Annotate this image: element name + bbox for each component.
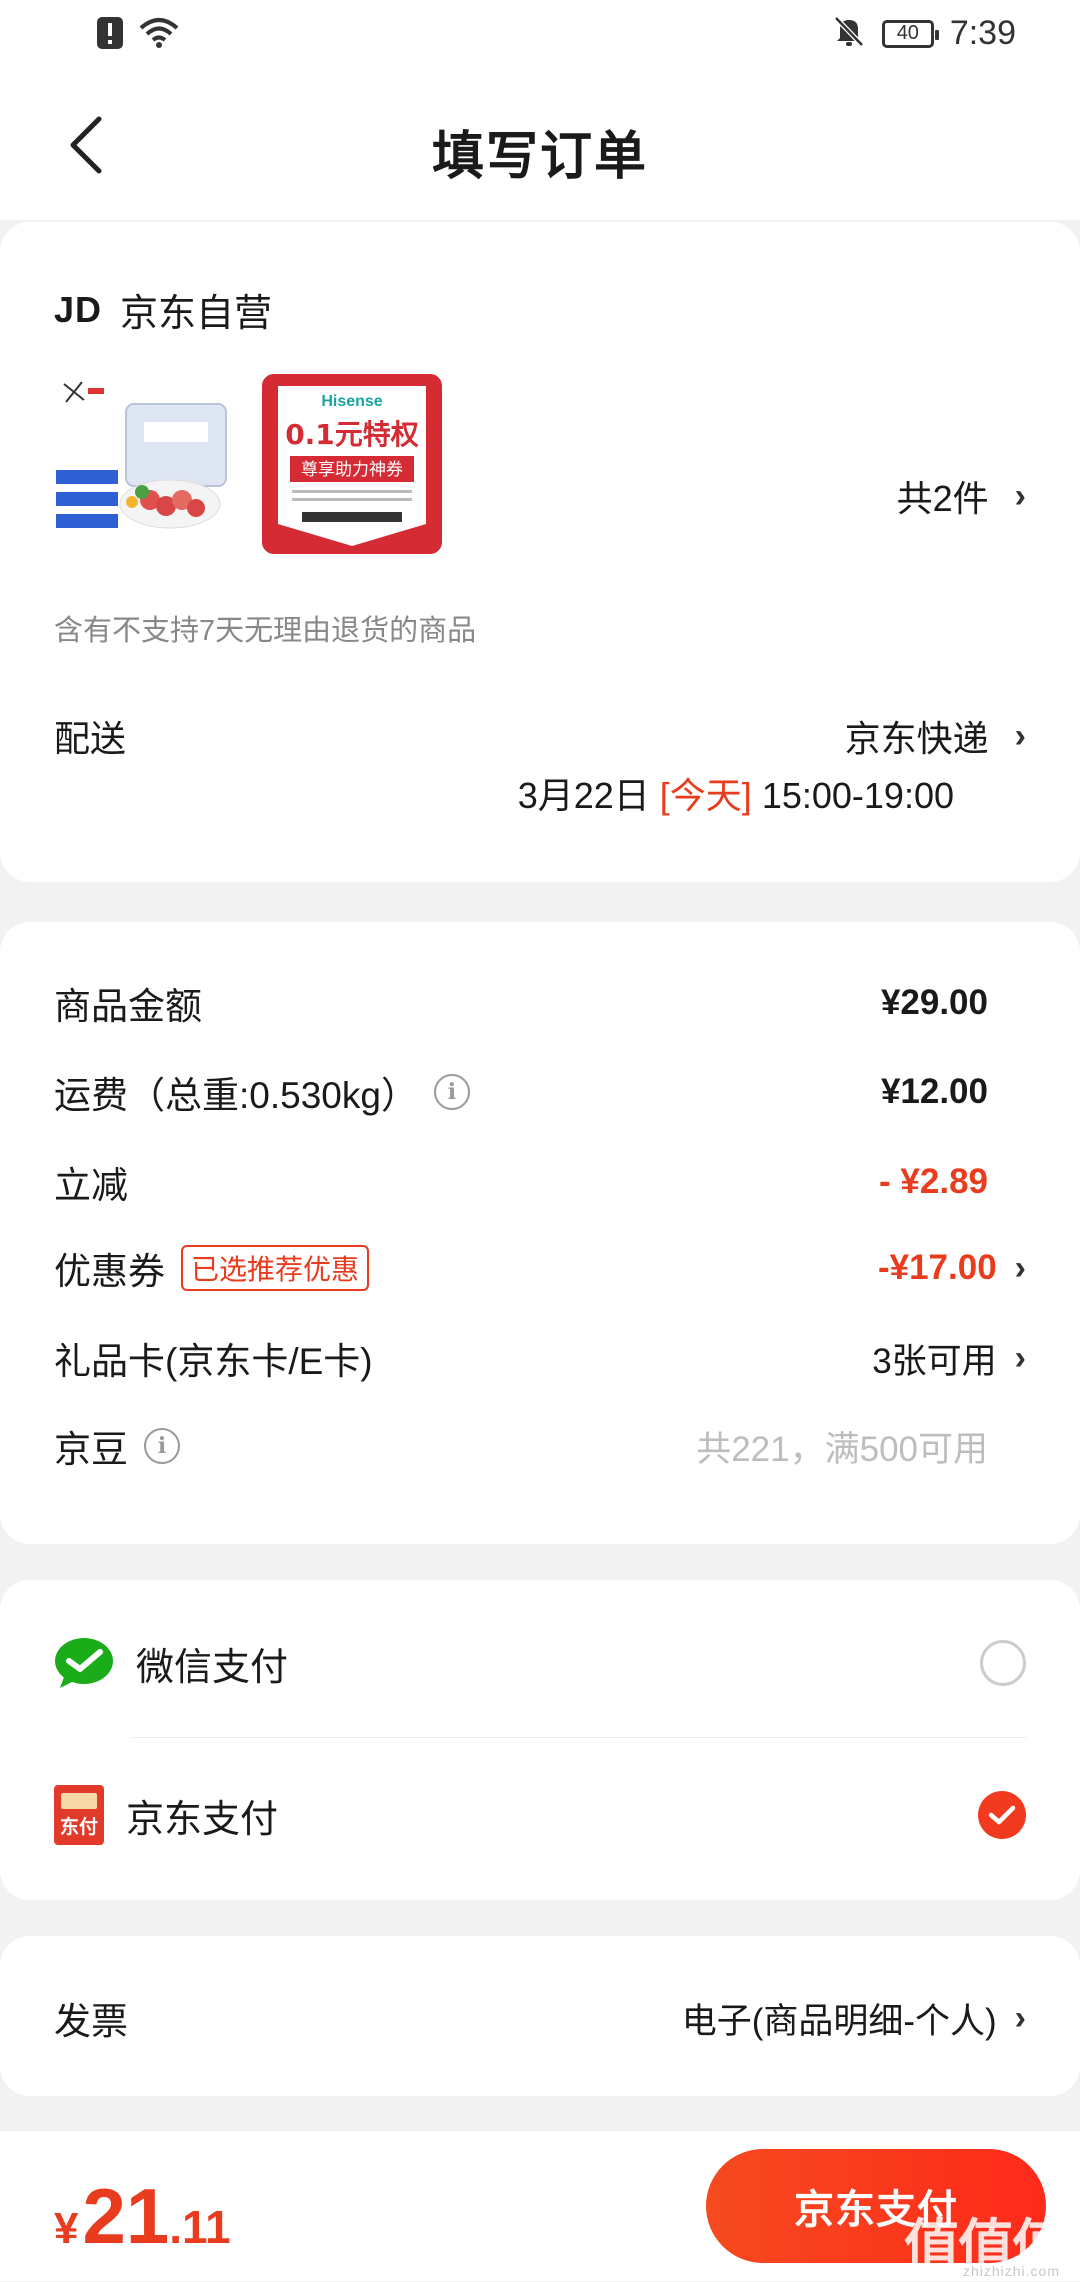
coupon-headline: 0.1元特权 <box>285 418 419 451</box>
app-header: 填写订单 <box>0 72 1080 220</box>
discount-row: 立减 - ¥2.89 <box>54 1154 1026 1210</box>
jd-pay-option[interactable]: 东付 京东支付 <box>54 1775 1026 1855</box>
coupon-label: 优惠券 <box>54 1251 165 1292</box>
shipping-date: 3月22日 <box>517 775 650 816</box>
giftcard-value: 3张可用 <box>872 1341 997 1381</box>
jingdou-value-wrap: 共221，满500可用 <box>696 1421 1026 1472</box>
shipping-label: 配送 <box>54 718 127 759</box>
status-right: 40 7:39 <box>832 14 1016 53</box>
jingdou-label: 京豆 <box>54 1429 128 1470</box>
coupon-value: -¥17.00 <box>877 1248 997 1287</box>
discount-label: 立减 <box>54 1165 128 1206</box>
wechat-pay-option[interactable]: 微信支付 <box>54 1623 1026 1703</box>
coupon-sub: 尊享助力神券 <box>301 460 403 480</box>
chevron-right-icon: › <box>1014 716 1026 755</box>
clock: 7:39 <box>949 14 1016 52</box>
chevron-right-icon: › <box>1014 1338 1026 1377</box>
giftcard-label: 礼品卡(京东卡/E卡) <box>54 1341 373 1382</box>
payment-card: 微信支付 东付 京东支付 <box>0 1580 1080 1900</box>
wechat-pay-label: 微信支付 <box>136 1646 289 1689</box>
invoice-value: 电子(商品明细-个人) <box>681 2001 997 2041</box>
order-card: JD 京东自营 Hisense 0.1元特权 尊享助力神券 共2件 › 含有不支… <box>0 222 1080 882</box>
wechat-pay-left: 微信支付 <box>54 1636 288 1691</box>
jd-pay-icon: 东付 <box>54 1785 104 1845</box>
discount-value: - ¥2.89 <box>879 1162 988 1201</box>
coupon-recommended-tag: 已选推荐优惠 <box>181 1245 370 1291</box>
watermark-sub: zhizhizhi.com <box>962 2263 1060 2279</box>
page-title: 填写订单 <box>431 128 648 186</box>
chevron-right-icon: › <box>1014 476 1026 515</box>
battery-icon: 40 <box>881 19 939 48</box>
jingdou-value: 共221，满500可用 <box>696 1429 988 1469</box>
coupon-value-wrap: -¥17.00 › <box>878 1248 1026 1288</box>
freight-value: ¥12.00 <box>880 1072 988 1111</box>
giftcard-row[interactable]: 礼品卡(京东卡/E卡) 3张可用 › <box>54 1330 1026 1386</box>
shipping-select[interactable]: 京东快递 › <box>845 710 1026 762</box>
info-icon[interactable]: i <box>433 1074 470 1110</box>
product-thumbnails[interactable]: Hisense 0.1元特权 尊享助力神券 <box>54 374 442 554</box>
invoice-row[interactable]: 发票 电子(商品明细-个人) › <box>54 1988 1026 2048</box>
freight-label-wrap: 运费（总重:0.530kg） i <box>54 1065 470 1119</box>
item-count: 共2件 <box>896 478 989 519</box>
goods-amount-row: 商品金额 ¥29.00 <box>54 975 1026 1031</box>
giftcard-value-wrap: 3张可用 › <box>872 1333 1026 1384</box>
total-integer: 21 <box>82 2172 170 2260</box>
product-thumb-meat[interactable] <box>54 374 234 554</box>
coupon-row[interactable]: 优惠券 已选推荐优惠 -¥17.00 › <box>54 1240 1026 1296</box>
alert-icon <box>96 16 124 55</box>
wechat-pay-radio[interactable] <box>980 1640 1026 1686</box>
invoice-label: 发票 <box>54 2001 128 2042</box>
total-currency: ¥ <box>54 2204 79 2253</box>
jingdou-row: 京豆 i 共221，满500可用 <box>54 1418 1026 1474</box>
coupon-label-wrap: 优惠券 已选推荐优惠 <box>54 1241 370 1295</box>
goods-amount-label: 商品金额 <box>54 986 202 1027</box>
jd-pay-label: 京东支付 <box>126 1798 279 1841</box>
shipping-carrier: 京东快递 <box>844 718 989 759</box>
shop-name: 京东自营 <box>120 293 273 335</box>
bell-off-icon <box>832 14 866 53</box>
jd-pay-radio[interactable] <box>978 1791 1026 1839</box>
invoice-value-wrap: 电子(商品明细-个人) › <box>682 1993 1026 2044</box>
jd-pay-left: 东付 京东支付 <box>54 1785 278 1845</box>
wechat-pay-icon <box>55 1638 113 1688</box>
status-bar: 40 7:39 <box>0 0 1080 72</box>
invoice-card: 发票 电子(商品明细-个人) › <box>0 1936 1080 2096</box>
total-decimal: .11 <box>169 2201 231 2253</box>
shipping-today-tag: [今天] <box>659 775 752 816</box>
order-total: ¥ 21 .11 <box>54 2171 231 2262</box>
goods-amount-value-wrap: ¥29.00 <box>881 983 1026 1023</box>
wifi-icon <box>138 16 180 55</box>
return-policy-note: 含有不支持7天无理由退货的商品 <box>54 615 477 647</box>
checkout-bar: ¥ 21 .11 京东支付 值值值 zhizhizhi.com <box>0 2130 1080 2281</box>
jingdou-label-wrap: 京豆 i <box>54 1419 180 1473</box>
jd-logo: JD <box>54 288 103 330</box>
fee-card: 商品金额 ¥29.00 运费（总重:0.530kg） i ¥12.00 立减 -… <box>0 922 1080 1544</box>
goods-amount-value: ¥29.00 <box>880 983 988 1022</box>
discount-value-wrap: - ¥2.89 <box>879 1162 1026 1202</box>
freight-value-wrap: ¥12.00 <box>881 1072 1026 1112</box>
divider <box>132 1737 1026 1738</box>
chevron-right-icon: › <box>1014 1998 1026 2037</box>
coupon-brand: Hisense <box>321 393 382 410</box>
product-thumb-coupon[interactable]: Hisense 0.1元特权 尊享助力神券 <box>262 374 442 554</box>
status-left <box>96 16 180 55</box>
checkmark-icon <box>988 1805 1016 1825</box>
freight-label: 运费（总重:0.530kg） <box>54 1075 418 1116</box>
shipping-window: 15:00-19:00 <box>761 775 954 816</box>
shipping-time[interactable]: 3月22日 [今天] 15:00-19:00 <box>518 767 954 819</box>
shop-row: JD 京东自营 <box>54 282 272 337</box>
chevron-right-icon: › <box>1014 1248 1026 1287</box>
info-icon[interactable]: i <box>144 1428 180 1464</box>
item-count-link[interactable]: 共2件 › <box>897 470 1026 522</box>
freight-row: 运费（总重:0.530kg） i ¥12.00 <box>54 1064 1026 1120</box>
